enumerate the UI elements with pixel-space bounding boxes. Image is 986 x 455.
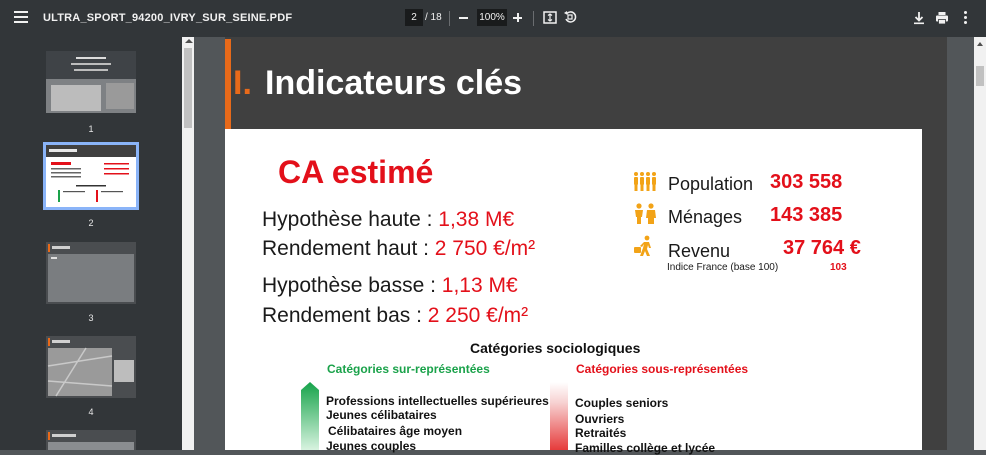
thumbnail-number: 2 — [88, 218, 94, 228]
households-value: 143 385 — [770, 204, 843, 226]
over-item: Jeunes couples — [326, 439, 417, 453]
income-icon — [634, 235, 651, 256]
sidebar-scrollbar-thumb[interactable] — [184, 48, 192, 128]
download-icon[interactable] — [912, 11, 926, 25]
thumbnail-number: 3 — [88, 313, 94, 323]
zoom-input[interactable]: 100% — [477, 9, 507, 26]
ca-title: CA estimé — [278, 154, 434, 190]
page-thumbnail-5[interactable] — [46, 430, 136, 450]
population-value: 303 558 — [770, 171, 843, 193]
over-item: Jeunes célibataires — [326, 408, 437, 422]
categories-title: Catégories sociologiques — [470, 340, 641, 356]
under-item: Retraités — [575, 426, 627, 440]
income-label: Revenu — [668, 241, 731, 261]
scroll-up-icon[interactable] — [185, 39, 193, 43]
page-thumbnail-2[interactable] — [43, 142, 139, 210]
menu-icon[interactable] — [14, 11, 28, 23]
over-item: Célibataires âge moyen — [328, 424, 463, 438]
scroll-up-icon[interactable] — [977, 42, 983, 46]
thumbnail-number: 4 — [88, 407, 94, 417]
hypothesis-low: Hypothèse basse : 1,13 M€ — [262, 274, 518, 297]
toolbar-divider — [449, 11, 450, 26]
fit-page-icon[interactable] — [543, 11, 557, 24]
under-item: Couples seniors — [575, 396, 669, 410]
under-item: Ouvriers — [575, 412, 625, 426]
print-icon[interactable] — [935, 11, 949, 25]
population-label: Population — [668, 174, 754, 194]
hypothesis-high: Hypothèse haute : 1,38 M€ — [262, 208, 515, 231]
page-title: Indicateurs clés — [265, 64, 523, 102]
over-represented-arrow — [301, 382, 319, 450]
over-represented-title: Catégories sur-représentées — [327, 362, 490, 376]
households-icon — [635, 203, 656, 224]
page-thumbnail-4[interactable] — [46, 336, 136, 398]
thumbnail-number: 1 — [88, 124, 94, 134]
page-count: / 18 — [425, 12, 442, 23]
pdf-page: I. Indicateurs clés CA estimé Hypothèse … — [225, 37, 947, 455]
under-represented-title: Catégories sous-représentées — [576, 362, 749, 376]
france-index-value: 103 — [830, 262, 847, 273]
page-number-input[interactable]: 2 — [405, 9, 423, 26]
document-title: ULTRA_SPORT_94200_IVRY_SUR_SEINE.PDF — [43, 12, 293, 24]
toolbar-divider — [533, 11, 534, 26]
zoom-out-button[interactable] — [458, 12, 470, 24]
indicators-card: CA estimé Hypothèse haute : 1,38 M€ Rend… — [225, 129, 922, 455]
zoom-in-button[interactable] — [512, 12, 524, 24]
income-value: 37 764 € — [783, 237, 861, 259]
accent-bar — [225, 39, 231, 129]
households-label: Ménages — [668, 207, 743, 227]
main-scrollbar-thumb[interactable] — [976, 66, 984, 86]
page-thumbnail-1[interactable] — [46, 51, 136, 113]
under-item: Familles collège et lycée — [575, 441, 716, 455]
yield-low: Rendement bas : 2 250 €/m² — [262, 304, 529, 327]
pdf-toolbar: ULTRA_SPORT_94200_IVRY_SUR_SEINE.PDF 2 /… — [0, 0, 986, 37]
under-represented-bar — [550, 382, 568, 450]
population-icon — [634, 172, 656, 191]
section-number: I. — [233, 64, 252, 102]
page-thumbnail-3[interactable] — [46, 242, 136, 304]
more-options-icon[interactable] — [960, 11, 970, 25]
rotate-icon[interactable] — [563, 10, 577, 24]
yield-high: Rendement haut : 2 750 €/m² — [262, 237, 536, 260]
france-index-label: Indice France (base 100) — [667, 262, 779, 273]
thumbnail-sidebar: 1 2 3 4 — [0, 37, 194, 450]
slide-header: I. Indicateurs clés — [225, 37, 947, 129]
over-item: Professions intellectuelles supérieures — [326, 394, 549, 408]
main-scrollbar[interactable] — [974, 37, 986, 450]
